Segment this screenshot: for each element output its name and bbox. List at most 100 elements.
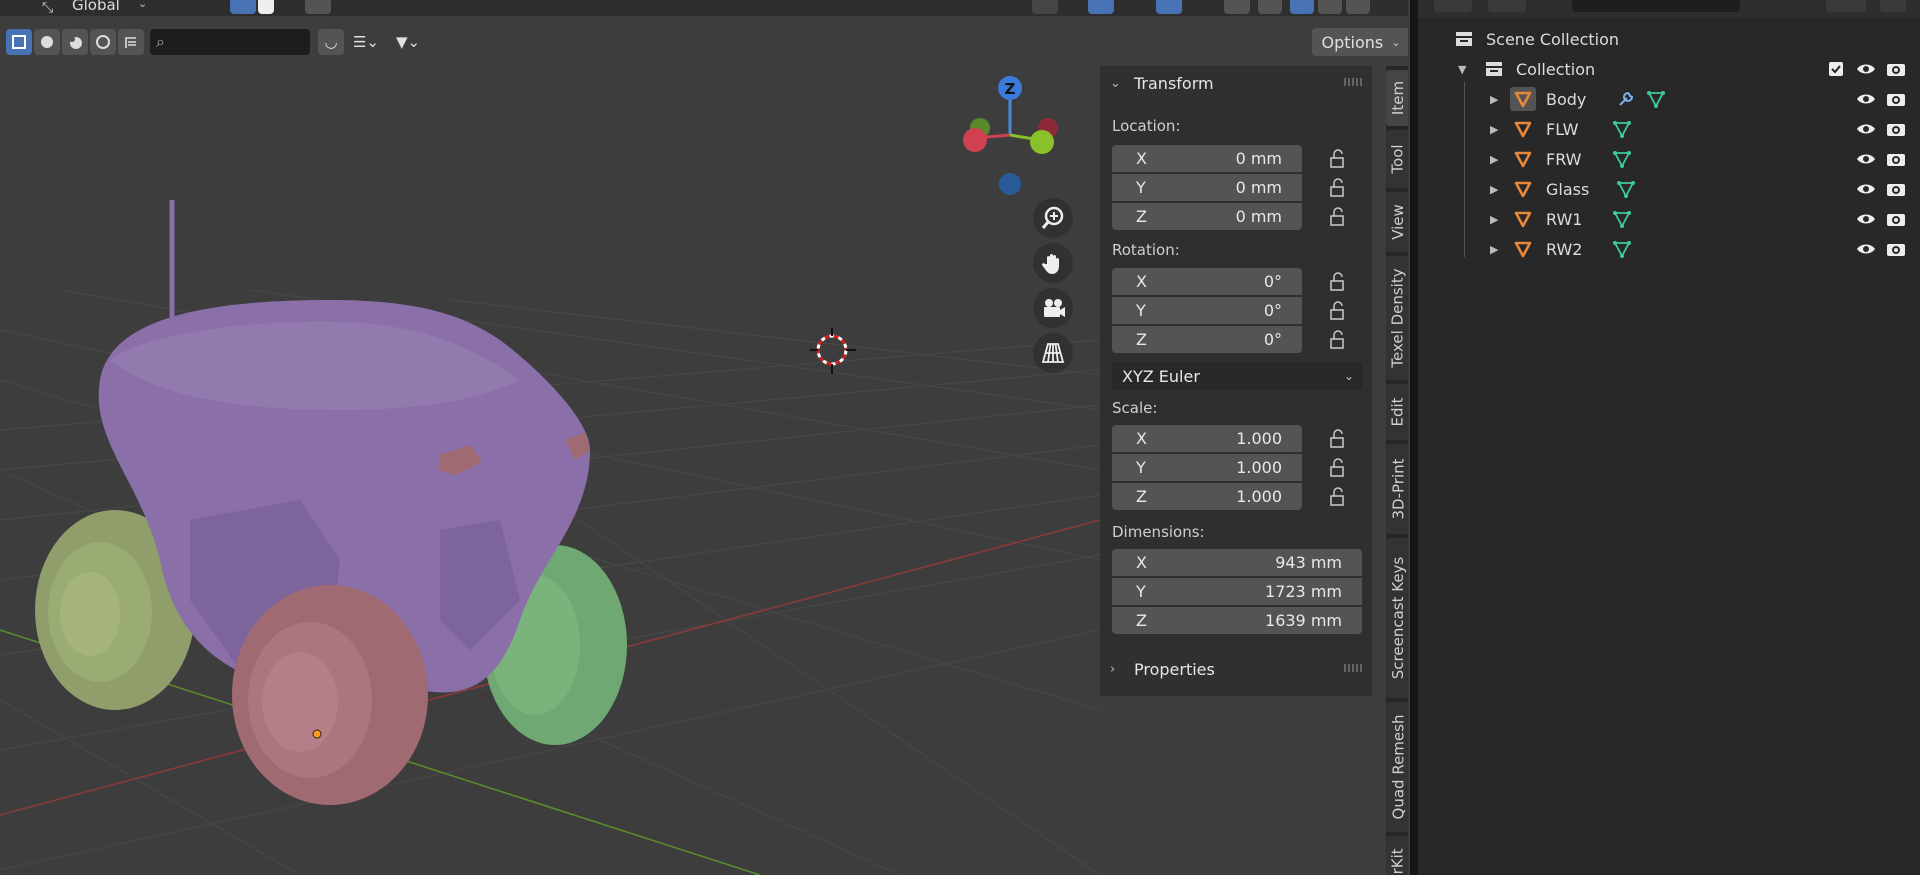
3d-viewport[interactable]: Z ⤡ Global ⌄ ⌕ ◡ ☰⌄ ▼ ⌄ Options ⌄ ⌄ Tran… (0, 0, 1408, 875)
tab-screencast-keys[interactable]: Screencast Keys (1386, 538, 1408, 698)
rotation-y-field[interactable]: Y 0° (1112, 297, 1302, 324)
wrench-icon[interactable] (1616, 89, 1636, 109)
location-x-field[interactable]: X 0 mm (1112, 145, 1302, 172)
scale-y-field[interactable]: Y 1.000 (1112, 454, 1302, 481)
proportional-edit-button[interactable] (305, 0, 331, 14)
lock-icon[interactable] (1328, 458, 1350, 478)
eye-icon[interactable] (1856, 61, 1876, 77)
mesh-data-icon[interactable] (1612, 209, 1632, 229)
filter-dropdown[interactable]: ▼ ⌄ (388, 29, 428, 55)
rotation-x-field[interactable]: X 0° (1112, 268, 1302, 295)
dimensions-z-field[interactable]: Z 1639 mm (1112, 607, 1362, 634)
snap-target-button[interactable] (258, 0, 274, 14)
eye-icon[interactable] (1856, 241, 1876, 257)
scale-x-field[interactable]: X 1.000 (1112, 425, 1302, 452)
camera-render-icon[interactable] (1886, 121, 1906, 137)
rotation-mode-dropdown[interactable]: XYZ Euler ⌄ (1112, 362, 1362, 390)
outliner-object-row[interactable]: ▶ FLW (1418, 115, 1920, 143)
lock-icon[interactable] (1328, 207, 1350, 227)
zoom-button[interactable] (1033, 198, 1073, 238)
select-extend-button[interactable] (34, 29, 60, 55)
expand-arrow-icon[interactable]: ▶ (1490, 153, 1498, 166)
lock-icon[interactable] (1328, 330, 1350, 350)
hierarchy-dropdown[interactable]: ☰⌄ (346, 29, 386, 55)
mesh-data-icon[interactable] (1612, 149, 1632, 169)
outliner-object-row[interactable]: ▶ RW1 (1418, 205, 1920, 233)
area-divider[interactable] (1410, 0, 1418, 875)
tab-3d-print[interactable]: 3D-Print (1386, 444, 1408, 534)
rendered-shading-button[interactable] (1346, 0, 1370, 14)
expand-arrow-icon[interactable]: ▶ (1490, 243, 1498, 256)
viewport-search-input[interactable]: ⌕ (150, 29, 310, 55)
scale-z-field[interactable]: Z 1.000 (1112, 483, 1302, 510)
tab-erkit[interactable]: erKit (1386, 836, 1408, 875)
tab-item[interactable]: Item (1386, 70, 1408, 126)
camera-render-icon[interactable] (1886, 241, 1906, 257)
eye-icon[interactable] (1856, 181, 1876, 197)
expand-arrow-icon[interactable]: ▼ (1458, 63, 1466, 76)
gizmo-toggle-button[interactable] (1088, 0, 1114, 14)
drag-grip-icon[interactable] (1344, 78, 1362, 86)
tab-view[interactable]: View (1386, 192, 1408, 252)
solid-shading-button[interactable] (1290, 0, 1314, 14)
pan-button[interactable] (1033, 243, 1073, 283)
eye-icon[interactable] (1856, 121, 1876, 137)
drag-grip-icon[interactable] (1344, 664, 1362, 672)
lock-icon[interactable] (1328, 272, 1350, 292)
tab-edit[interactable]: Edit (1386, 384, 1408, 440)
new-collection-button[interactable] (1880, 0, 1906, 12)
xray-toggle-button[interactable] (1224, 0, 1250, 14)
transform-orientation-dropdown[interactable]: Global (72, 0, 120, 14)
lock-icon[interactable] (1328, 178, 1350, 198)
eye-icon[interactable] (1856, 91, 1876, 107)
rotation-z-field[interactable]: Z 0° (1112, 326, 1302, 353)
checkbox-icon[interactable] (1828, 61, 1844, 77)
tab-tool[interactable]: Tool (1386, 130, 1408, 188)
eye-icon[interactable] (1856, 151, 1876, 167)
expand-arrow-icon[interactable]: ▶ (1490, 183, 1498, 196)
expand-arrow-icon[interactable]: ▶ (1490, 123, 1498, 136)
select-subtract-button[interactable] (62, 29, 88, 55)
display-mode-dropdown[interactable] (1434, 0, 1472, 12)
location-z-field[interactable]: Z 0 mm (1112, 203, 1302, 230)
select-box-mode-button[interactable] (6, 29, 32, 55)
camera-render-icon[interactable] (1886, 61, 1906, 77)
camera-render-icon[interactable] (1886, 181, 1906, 197)
material-shading-button[interactable] (1318, 0, 1342, 14)
properties-panel-header[interactable]: › Properties (1100, 652, 1372, 686)
camera-view-button[interactable] (1033, 288, 1073, 328)
eye-icon[interactable] (1856, 211, 1876, 227)
outliner-object-row[interactable]: ▶ Glass (1418, 175, 1920, 203)
lock-icon[interactable] (1328, 487, 1350, 507)
perspective-toggle-button[interactable] (1033, 333, 1073, 373)
outliner-search-input[interactable] (1572, 0, 1740, 12)
mesh-data-icon[interactable] (1646, 89, 1666, 109)
collection-row[interactable]: ▼ Collection (1418, 55, 1920, 83)
transform-panel-header[interactable]: ⌄ Transform (1100, 66, 1372, 100)
outliner-object-row[interactable]: ▶ Body (1418, 85, 1920, 113)
options-dropdown[interactable]: Options ⌄ (1312, 28, 1408, 56)
camera-render-icon[interactable] (1886, 211, 1906, 227)
scene-collection-row[interactable]: Scene Collection (1418, 25, 1920, 53)
location-y-field[interactable]: Y 0 mm (1112, 174, 1302, 201)
select-tool-button[interactable] (1032, 0, 1058, 14)
expand-arrow-icon[interactable]: ▶ (1490, 213, 1498, 226)
camera-render-icon[interactable] (1886, 151, 1906, 167)
expand-arrow-icon[interactable]: ▶ (1490, 93, 1498, 106)
mesh-data-icon[interactable] (1612, 119, 1632, 139)
outliner-filter-button[interactable] (1826, 0, 1866, 12)
lock-icon[interactable] (1328, 149, 1350, 169)
outliner-object-row[interactable]: ▶ RW2 (1418, 235, 1920, 263)
dimensions-y-field[interactable]: Y 1723 mm (1112, 578, 1362, 605)
tab-quad-remesh[interactable]: Quad Remesh (1386, 702, 1408, 832)
outliner-object-row[interactable]: ▶ FRW (1418, 145, 1920, 173)
filter-toggle-button[interactable]: ◡ (318, 29, 344, 55)
mesh-data-icon[interactable] (1612, 239, 1632, 259)
overlay-toggle-button[interactable] (1156, 0, 1182, 14)
lock-icon[interactable] (1328, 429, 1350, 449)
wireframe-shading-button[interactable] (1258, 0, 1282, 14)
dimensions-x-field[interactable]: X 943 mm (1112, 549, 1362, 576)
lock-icon[interactable] (1328, 301, 1350, 321)
camera-render-icon[interactable] (1886, 91, 1906, 107)
select-intersect-button[interactable] (118, 29, 144, 55)
